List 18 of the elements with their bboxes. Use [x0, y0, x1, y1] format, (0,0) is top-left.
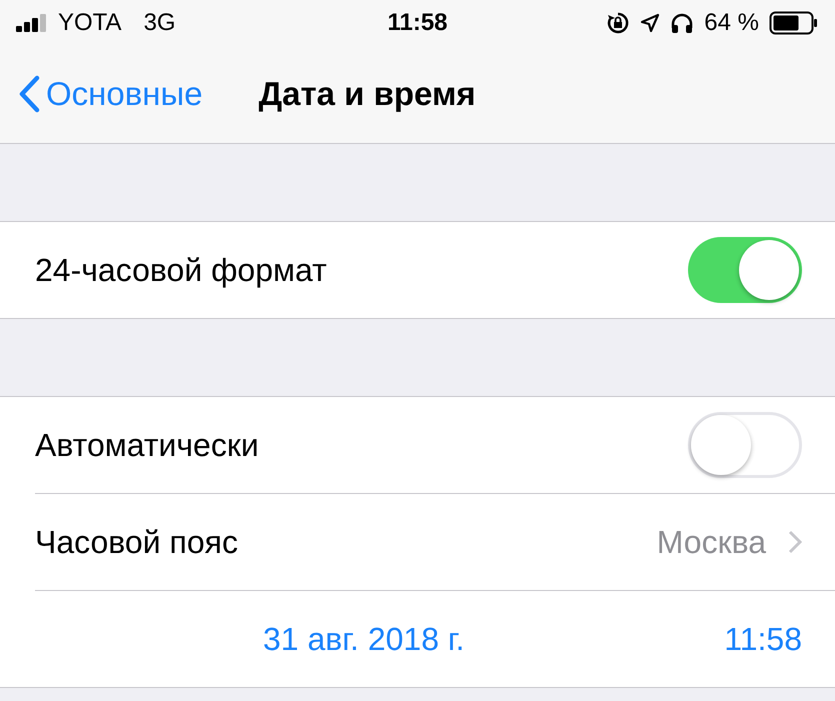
rotation-lock-icon	[606, 10, 630, 34]
chevron-icon	[788, 530, 802, 554]
network-type: 3G	[144, 8, 176, 36]
setting-value: Москва	[656, 524, 766, 560]
setting-label: Автоматически	[35, 426, 260, 464]
back-chevron-icon	[18, 75, 40, 113]
page-title: Дата и время	[258, 75, 476, 113]
time-value[interactable]: 11:58	[724, 620, 802, 658]
back-button[interactable]: Основные	[18, 75, 203, 113]
setting-label: 24-часовой формат	[35, 252, 328, 288]
battery-percent: 64 %	[704, 8, 759, 36]
headphones-icon	[670, 12, 694, 34]
location-icon	[640, 12, 660, 32]
carrier-name: YOTA	[58, 8, 122, 36]
date-value[interactable]: 31 авг. 2018 г.	[263, 620, 465, 658]
battery-icon	[769, 10, 819, 34]
setting-label: Часовой пояс	[35, 524, 239, 560]
status-time: 11:58	[387, 8, 448, 36]
